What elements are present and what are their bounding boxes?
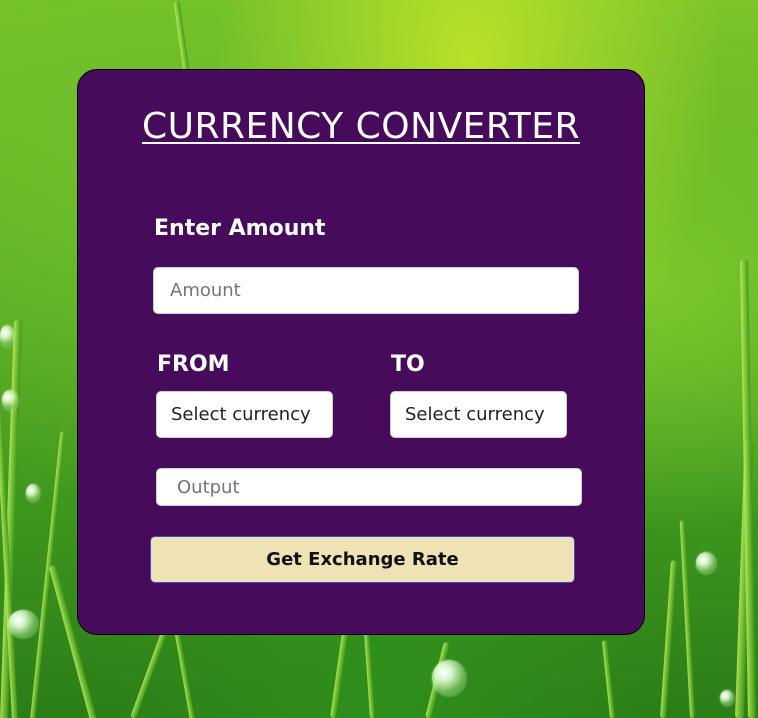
to-currency-select[interactable]: Select currency (390, 391, 567, 438)
to-currency-selected: Select currency (405, 404, 545, 425)
grass-blade (679, 520, 695, 718)
amount-label: Enter Amount (154, 216, 326, 241)
water-droplet (26, 484, 40, 502)
grass-blade (174, 630, 195, 718)
water-droplet (8, 610, 38, 638)
output-field[interactable] (156, 468, 582, 506)
water-droplet (0, 325, 14, 347)
grass-blade (601, 640, 615, 718)
water-droplet (696, 552, 716, 574)
to-label: TO (391, 352, 425, 377)
from-currency-select[interactable]: Select currency (156, 391, 333, 438)
converter-card: CURRENCY CONVERTER Enter Amount FROM TO … (77, 69, 645, 635)
grass-blade (660, 560, 678, 718)
water-droplet (720, 690, 734, 706)
grass-blade (330, 620, 350, 718)
from-currency-selected: Select currency (171, 404, 311, 425)
amount-input[interactable] (153, 267, 579, 314)
from-label: FROM (157, 352, 230, 377)
page-title: CURRENCY CONVERTER (141, 106, 581, 147)
grass-blade (30, 431, 66, 718)
water-droplet (2, 390, 18, 410)
water-droplet (432, 660, 466, 696)
get-exchange-rate-button[interactable]: Get Exchange Rate (150, 536, 575, 583)
